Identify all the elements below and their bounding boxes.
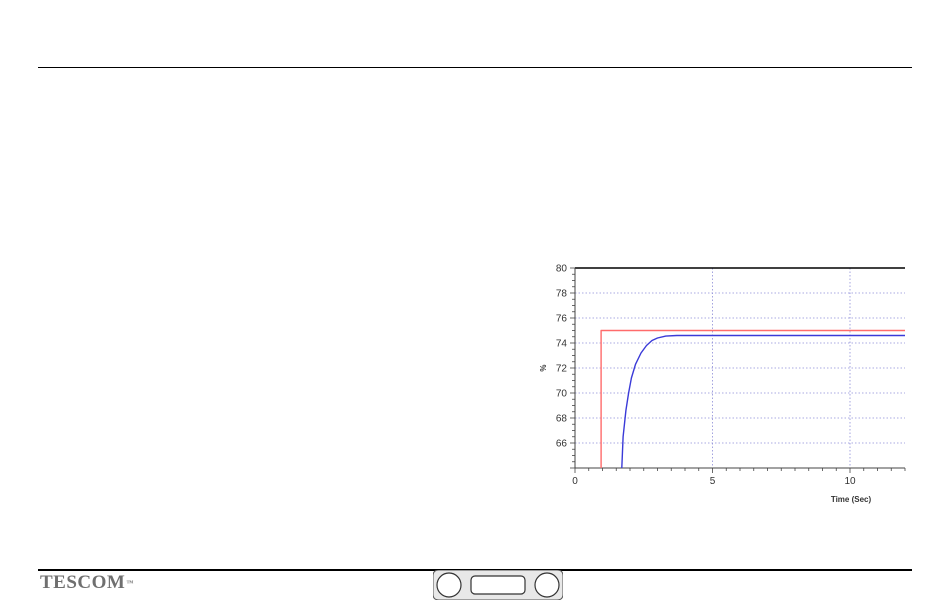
y-tick-label: 80 (556, 264, 568, 275)
series-line-1 (600, 329, 905, 468)
grid-layer (575, 268, 905, 468)
x-tick-label: 10 (844, 476, 856, 487)
y-axis-title: % (539, 364, 548, 371)
y-tick-label: 72 (556, 364, 568, 375)
step-response-chart: % Time (Sec) 66 68 70 72 74 76 78 80 0 5 10 (525, 252, 915, 512)
y-tick-label: 70 (556, 389, 568, 400)
y-tick-label: 76 (556, 314, 568, 325)
y-tick-label: 66 (556, 439, 568, 450)
y-tick-label: 68 (556, 414, 568, 425)
logo-trademark: ™ (126, 579, 134, 587)
next-slide-button[interactable] (534, 572, 560, 598)
slide-index-button[interactable] (470, 575, 526, 595)
chart-svg: % Time (Sec) 66 68 70 72 74 76 78 80 0 5 10 (539, 264, 906, 504)
y-tick-label: 78 (556, 289, 568, 300)
x-axis-title: Time (Sec) (831, 495, 872, 504)
slide-nav-control (433, 570, 563, 600)
tescom-logo: TESCOM™ (40, 573, 134, 593)
logo-text: TESCOM (40, 572, 126, 593)
x-tick-label: 0 (572, 476, 578, 487)
axis-layer (570, 267, 906, 473)
top-rule (38, 67, 912, 68)
series-line-2 (621, 334, 905, 469)
x-tick-label: 5 (710, 476, 716, 487)
series-layer (600, 329, 905, 469)
previous-slide-button[interactable] (436, 572, 462, 598)
y-tick-label: 74 (556, 339, 568, 350)
